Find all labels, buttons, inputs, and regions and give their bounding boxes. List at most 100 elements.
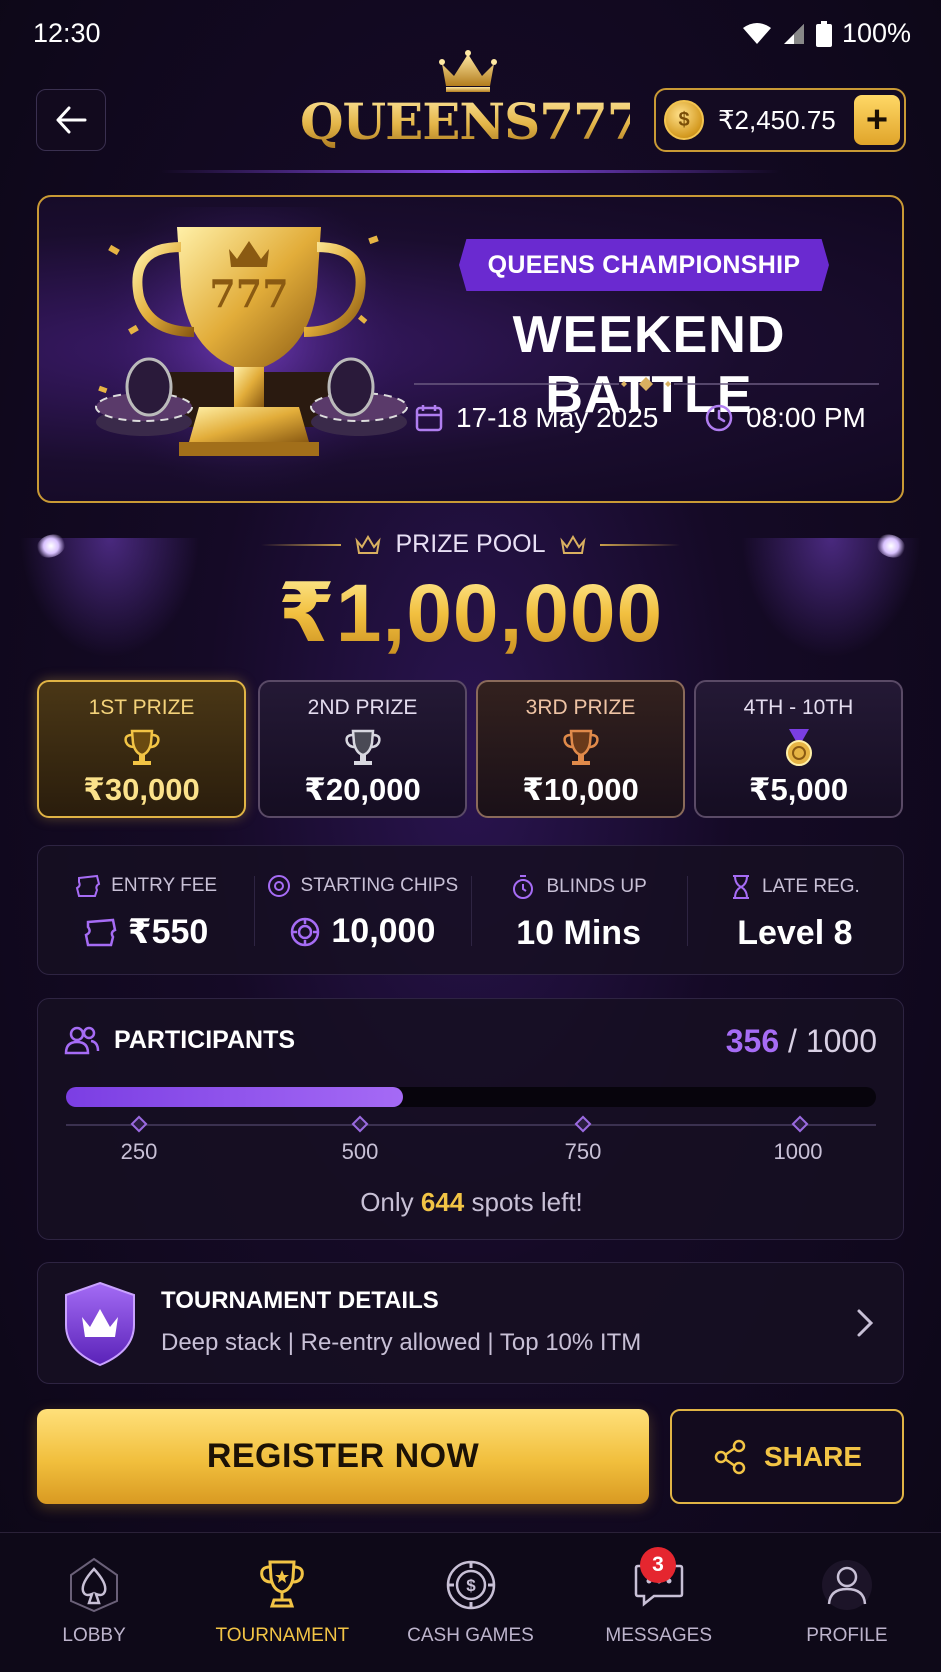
tournament-stats: ENTRY FEE ₹550 STARTING CHIPS 10,000 BLI… [37,845,904,975]
prize-name: 4TH - 10TH [743,696,854,719]
spots-prefix: Only [360,1187,421,1217]
trophy-icon [188,1555,376,1615]
stat-value: Level 8 [687,914,903,953]
spots-left-count: 644 [420,1187,465,1217]
prize-name: 3RD PRIZE [525,696,636,719]
users-icon [64,1026,100,1055]
spade-icon [0,1555,188,1615]
tick-label: 1000 [773,1139,823,1164]
battery-level: 100% [841,18,911,48]
status-icons: 100% [742,18,911,49]
participants-panel: PARTICIPANTS 356 / 1000 250 500 750 1000… [37,998,904,1240]
bottom-navigation: LOBBY TOURNAMENT $ CASH GAMES MESSAGES P… [0,1532,941,1672]
prize-card-3rd[interactable]: 3RD PRIZE ₹10,000 [476,680,685,818]
tournament-details-row[interactable]: TOURNAMENT DETAILS Deep stack | Re-entry… [37,1262,904,1384]
tick-marker [130,1115,148,1133]
prize-amount: ₹5,000 [748,772,849,807]
progress-tick-line [66,1124,876,1126]
participants-title-text: PARTICIPANTS [114,1025,296,1054]
share-icon [714,1439,746,1474]
stat-label: LATE REG. [687,874,903,900]
user-icon [753,1555,941,1615]
prize-amount: ₹20,000 [304,772,421,807]
prize-card-1st[interactable]: 1ST PRIZE ₹30,000 [37,680,246,818]
participants-max: 1000 [805,1023,877,1059]
nav-label: CASH GAMES [407,1625,534,1646]
ticket-icon [84,918,117,947]
bronze-trophy-icon [478,728,683,768]
nav-cash-games[interactable]: $ CASH GAMES [376,1533,564,1672]
svg-text:$: $ [466,1576,476,1595]
arrow-left-icon [56,106,87,134]
stat-label: BLINDS UP [471,874,687,900]
prize-pool-label-text: PRIZE POOL [395,530,546,558]
stat-label-text: LATE REG. [761,876,860,897]
gold-trophy-icon [39,728,244,768]
ornament-divider [414,377,879,391]
stat-value-text: Level 8 [737,914,853,952]
tournament-banner: 777 QUEENS CHAMPIONSHIP WEEKEND BATTLE 1… [37,195,904,503]
stat-value-text: ₹550 [127,913,209,951]
prize-name: 2ND PRIZE [307,696,418,719]
stat-value-text: 10 Mins [516,914,641,952]
prize-amount: ₹10,000 [522,772,639,807]
chip-icon: $ [376,1555,564,1615]
stat-blinds-up: BLINDS UP 10 Mins [470,846,687,974]
messages-badge: 3 [640,1547,676,1583]
silver-trophy-icon [260,728,465,768]
ticket-icon [75,874,101,897]
back-button[interactable] [36,89,106,151]
share-label: SHARE [763,1440,862,1472]
prize-pool-amount: ₹1,00,000 [0,566,941,661]
share-button[interactable]: SHARE [670,1409,904,1504]
tick-label: 500 [341,1139,379,1164]
nav-label: MESSAGES [605,1625,713,1646]
stat-label: STARTING CHIPS [254,874,470,898]
svg-text:777: 777 [209,271,288,316]
tick-label: 750 [564,1139,602,1164]
add-funds-button[interactable]: + [854,95,900,145]
prize-name: 1ST PRIZE [88,696,195,719]
wifi-icon [742,22,771,44]
hourglass-icon [732,875,749,899]
wallet-balance[interactable]: $ ₹2,450.75 + [654,88,906,152]
signal-icon [783,23,804,44]
nav-tournament[interactable]: TOURNAMENT [188,1533,376,1672]
championship-tag: QUEENS CHAMPIONSHIP [459,239,829,291]
participants-progress-track [66,1087,876,1107]
event-date: 17-18 May 2025 [414,402,658,434]
wallet-amount: ₹2,450.75 [718,104,836,135]
prize-card-4th-10th[interactable]: 4TH - 10TH ₹5,000 [694,680,903,818]
nav-label: LOBBY [62,1625,126,1646]
stat-label-text: STARTING CHIPS [300,875,459,896]
details-title: TOURNAMENT DETAILS [161,1287,439,1314]
header-divider [160,170,780,173]
event-time: 08:00 PM [704,402,866,434]
participants-title: PARTICIPANTS [64,1025,295,1055]
details-description: Deep stack | Re-entry allowed | Top 10% … [161,1329,642,1356]
app-logo: QUEENS777 [300,50,642,160]
pool-line-left [261,543,342,546]
nav-profile[interactable]: PROFILE [753,1533,941,1672]
logo-text: QUEENS777 [300,92,642,151]
stopwatch-icon [513,875,534,899]
battery-icon [815,20,832,47]
tick-marker [351,1115,369,1133]
stat-value: ₹550 [38,912,254,952]
stat-label-text: BLINDS UP [546,876,647,897]
coin-icon: $ [664,100,704,140]
stat-label: ENTRY FEE [38,874,254,898]
crown-icon [559,534,586,554]
status-time: 12:30 [33,18,101,48]
chips-stack-icon [291,917,320,946]
participants-separator: / [779,1023,806,1059]
prize-card-2nd[interactable]: 2ND PRIZE ₹20,000 [258,680,467,818]
chevron-right-icon [857,1309,874,1337]
trophy-illustration: 777 [89,207,409,497]
register-now-button[interactable]: REGISTER NOW [37,1409,649,1504]
clock-icon [705,404,733,432]
prize-amount: ₹30,000 [83,772,200,807]
prize-pool-label: PRIZE POOL [0,530,941,559]
nav-lobby[interactable]: LOBBY [0,1533,188,1672]
spots-suffix: spots left! [464,1187,583,1217]
